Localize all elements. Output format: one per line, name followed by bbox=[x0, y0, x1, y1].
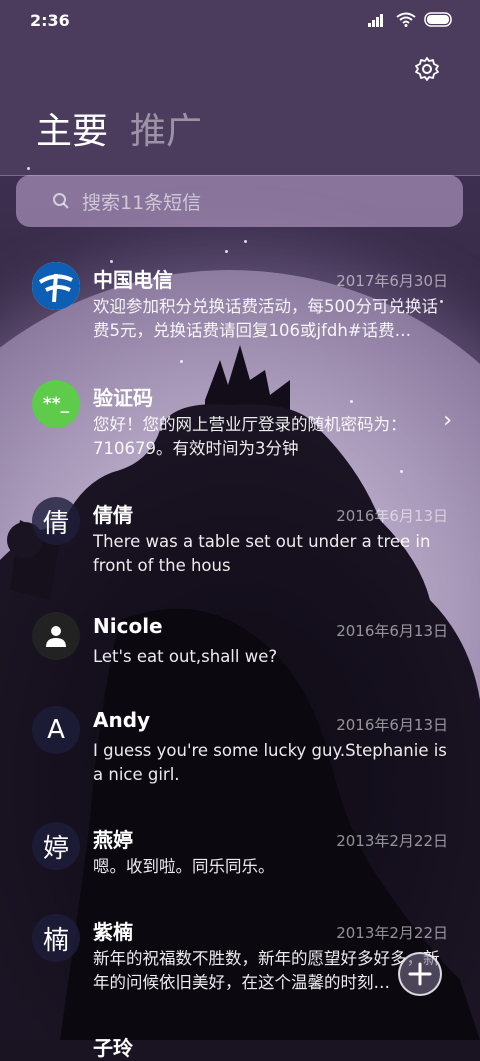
message-date: 2013年2月22日 bbox=[336, 832, 448, 850]
message-preview: 新年的祝福数不胜数，新年的愿望好多好多，新年的问候依旧美好，在这个温馨的时刻… bbox=[93, 949, 440, 992]
status-bar: 2:36 bbox=[0, 0, 480, 40]
avatar: 婷 bbox=[32, 822, 80, 870]
contact-name: 燕婷 bbox=[93, 828, 133, 852]
message-preview: 您好！您的网上营业厅登录的随机密码为：710679。有效时间为3分钟 bbox=[93, 415, 407, 458]
contact-name: Andy bbox=[93, 708, 151, 732]
message-date: 2013年2月22日 bbox=[336, 924, 448, 942]
message-date: 2017年6月30日 bbox=[336, 272, 448, 290]
contact-name: 中国电信 bbox=[93, 268, 173, 292]
verification-avatar: **_ bbox=[32, 380, 80, 428]
contact-name: 紫楠 bbox=[93, 920, 133, 944]
message-date: 2016年6月13日 bbox=[336, 507, 448, 525]
china-telecom-avatar bbox=[32, 262, 80, 310]
contact-name: Nicole bbox=[93, 614, 163, 638]
message-preview: I guess you're some lucky guy.Stephanie … bbox=[93, 741, 447, 784]
avatar: A bbox=[32, 706, 80, 754]
status-icons bbox=[368, 12, 454, 27]
avatar: 倩 bbox=[32, 497, 80, 545]
contact-name: 倩倩 bbox=[93, 503, 133, 527]
message-date: 2016年6月13日 bbox=[336, 716, 448, 734]
tab-bar: 主要 推广 bbox=[36, 110, 202, 154]
gear-icon[interactable] bbox=[414, 56, 440, 82]
search-bar[interactable]: 搜索11条短信 bbox=[16, 175, 463, 227]
person-icon bbox=[46, 626, 66, 647]
avatar: 楠 bbox=[32, 914, 80, 962]
china-telecom-logo-icon bbox=[32, 262, 80, 310]
new-message-button[interactable] bbox=[398, 952, 442, 996]
message-preview: 欢迎参加积分兑换话费活动，每500分可兑换话费5元，兑换话费请回复106或jfd… bbox=[93, 297, 438, 340]
tab-promotions[interactable]: 推广 bbox=[130, 110, 202, 154]
avatar bbox=[32, 612, 80, 660]
wifi-icon bbox=[396, 12, 416, 27]
tab-primary[interactable]: 主要 bbox=[36, 110, 108, 154]
status-time: 2:36 bbox=[30, 11, 70, 30]
signal-icon bbox=[368, 13, 383, 27]
message-preview: 嗯。收到啦。同乐同乐。 bbox=[93, 857, 275, 876]
battery-icon bbox=[424, 12, 452, 27]
message-preview: There was a table set out under a tree i… bbox=[93, 532, 431, 575]
chevron-right-icon[interactable]: › bbox=[443, 408, 452, 433]
search-icon bbox=[53, 193, 69, 209]
contact-name: 子玲 bbox=[93, 1036, 133, 1060]
plus-icon bbox=[408, 962, 432, 986]
message-date: 2016年6月13日 bbox=[336, 622, 448, 640]
contact-name: 验证码 bbox=[93, 386, 153, 410]
search-input[interactable]: 搜索11条短信 bbox=[82, 188, 201, 215]
message-preview: Let's eat out,shall we? bbox=[93, 647, 278, 666]
